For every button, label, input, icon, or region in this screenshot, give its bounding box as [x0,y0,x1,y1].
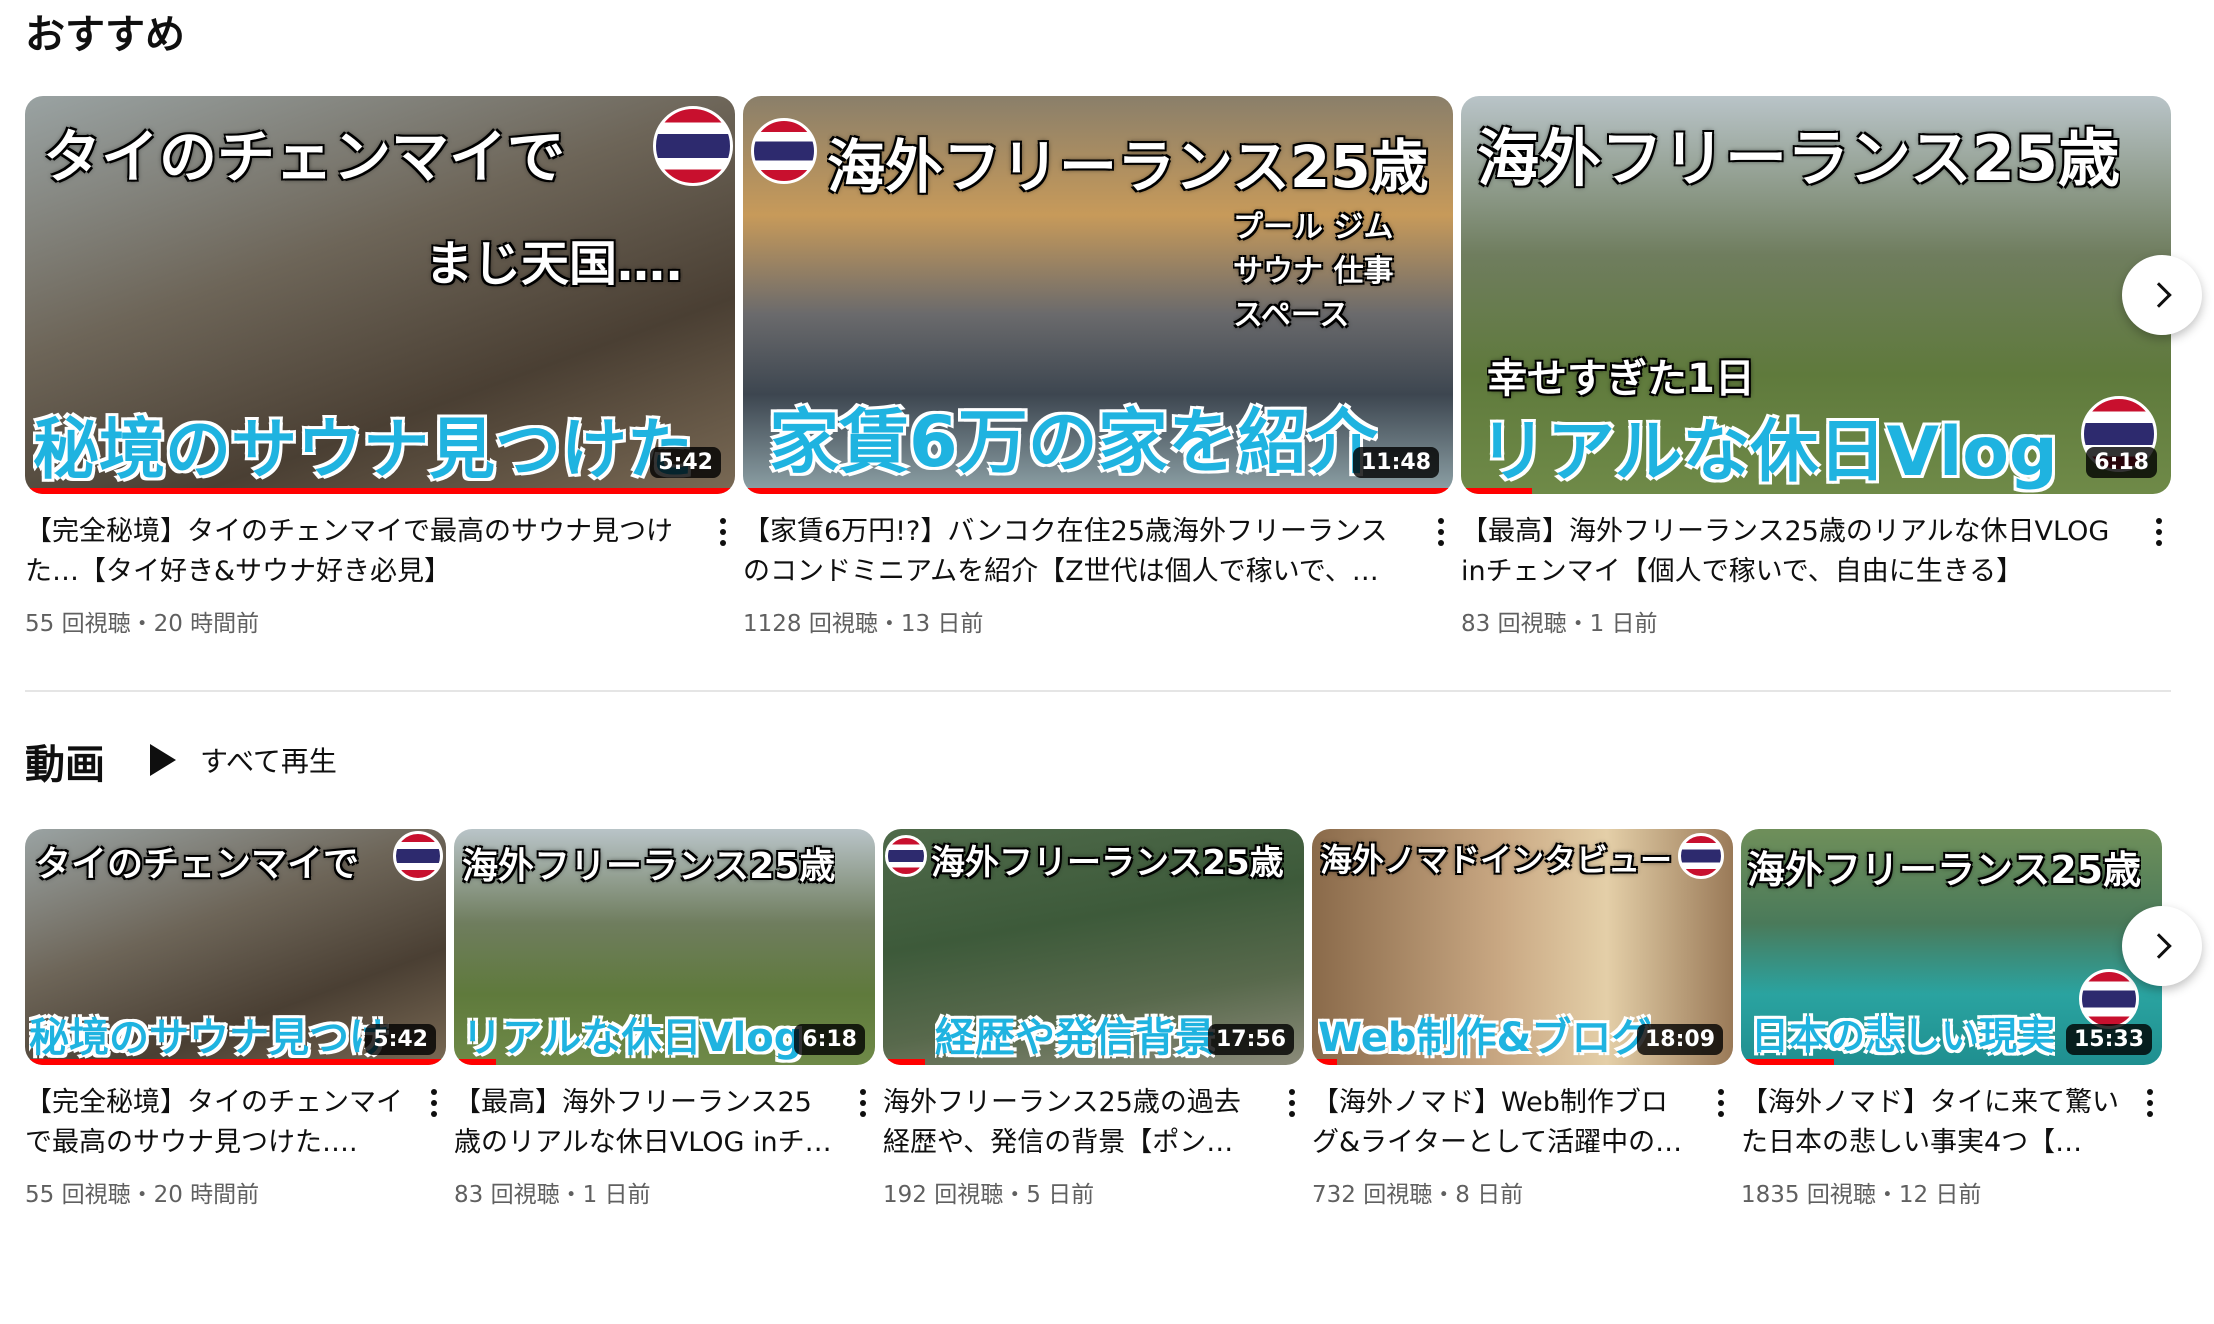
video-thumbnail[interactable]: 海外フリーランス25歳 幸せすぎた1日 リアルな休日Vlog 6:18 [1461,96,2171,494]
video-thumbnail[interactable]: 海外ノマドインタビュー Web制作&ブログ 18:09 [1312,829,1733,1065]
thai-flag-icon [2079,969,2139,1029]
thumbnail-caption-bottom: 秘境のサウナ見つけ [29,1015,389,1061]
video-meta: 192 回視聴・5 日前 [883,1182,1095,1208]
more-actions-icon[interactable] [851,1083,875,1163]
section-divider [25,690,2171,692]
thumbnail-caption-top: 海外ノマドインタビュー [1320,841,1673,879]
carousel-next-button[interactable] [2122,906,2202,986]
play-icon [150,744,176,776]
video-title[interactable]: 【海外ノマド】Web制作ブログ&ライターとして活躍中の… [1312,1083,1692,1163]
duration-badge: 6:18 [2086,447,2157,478]
thumbnail-caption-bottom: 経歴や発信背景 [935,1015,1215,1061]
video-meta: 83 回視聴・1 日前 [454,1182,651,1208]
video-title[interactable]: 【最高】海外フリーランス25歳のリアルな休日VLOG inチ… [454,1083,834,1163]
thumbnail-caption-top: 海外フリーランス25歳 [1747,848,2142,892]
video-thumbnail[interactable]: タイのチェンマイで 秘境のサウナ見つけ 5:42 [25,829,446,1065]
thumbnail-caption-mid: プール ジム サウナ 仕事スペース [1233,210,1394,333]
video-thumbnail[interactable]: タイのチェンマイで まじ天国…. 秘境のサウナ見つけた 5:42 [25,96,735,494]
play-all-button[interactable]: すべて再生 [150,736,337,784]
duration-badge: 5:42 [365,1024,436,1055]
watch-progress-bar [1741,1059,1834,1065]
video-card[interactable]: タイのチェンマイで 秘境のサウナ見つけ 5:42 【完全秘境】タイのチェンマイで… [25,829,446,1209]
chevron-right-icon [2146,933,2172,959]
video-title[interactable]: 【最高】海外フリーランス25歳のリアルな休日VLOG inチェンマイ【個人で稼い… [1461,512,2111,592]
more-actions-icon[interactable] [2147,512,2171,592]
duration-badge: 6:18 [794,1024,865,1055]
duration-badge: 17:56 [1207,1024,1294,1055]
thai-flag-icon [885,835,927,877]
video-card[interactable]: 海外フリーランス25歳 日本の悲しい現実 15:33 【海外ノマド】タイに来て驚… [1741,829,2162,1209]
video-title[interactable]: 【家賃6万円!?】バンコク在住25歳海外フリーランスのコンドミニアムを紹介【Z世… [743,512,1393,592]
chevron-right-icon [2146,282,2172,308]
watch-progress-bar [1461,488,1532,494]
play-all-label: すべて再生 [200,745,337,778]
more-actions-icon[interactable] [1429,512,1453,592]
duration-badge: 18:09 [1636,1024,1723,1055]
duration-badge: 11:48 [1352,447,1439,478]
video-thumbnail[interactable]: 海外フリーランス25歳 リアルな休日Vlog 6:18 [454,829,875,1065]
video-card[interactable]: 海外ノマドインタビュー Web制作&ブログ 18:09 【海外ノマド】Web制作… [1312,829,1733,1209]
carousel-next-button[interactable] [2122,255,2202,335]
thumbnail-caption-top: 海外フリーランス25歳 [462,846,836,887]
watch-progress-bar [883,1059,926,1065]
more-actions-icon[interactable] [1280,1083,1304,1163]
thumbnail-caption-bottom: リアルな休日Vlog [462,1015,803,1061]
more-actions-icon[interactable] [711,512,735,592]
video-title[interactable]: 【完全秘境】タイのチェンマイで最高のサウナ見つけた…. [25,1083,405,1163]
duration-badge: 5:42 [650,447,721,478]
thai-flag-icon [393,831,443,881]
thumbnail-caption-bottom: リアルな休日Vlog [1479,413,2058,492]
section-title-videos: 動画 [25,742,105,788]
video-meta: 732 回視聴・8 日前 [1312,1182,1524,1208]
watch-progress-bar [454,1059,497,1065]
thai-flag-icon [1678,833,1724,879]
watch-progress-bar [1312,1059,1338,1065]
section-title-recommended: おすすめ [25,12,185,58]
video-meta: 1835 回視聴・12 日前 [1741,1182,1982,1208]
video-title[interactable]: 【完全秘境】タイのチェンマイで最高のサウナ見つけた…【タイ好き&サウナ好き必見】 [25,512,675,592]
video-card[interactable]: 海外フリーランス25歳 経歴や発信背景 17:56 海外フリーランス25歳の過去… [883,829,1304,1209]
thumbnail-caption-top: タイのチェンマイで [35,844,360,885]
thumbnail-caption-top: タイのチェンマイで [43,123,566,191]
watch-progress-bar [25,488,735,494]
thumbnail-caption-top: 海外フリーランス25歳 [931,843,1284,883]
video-card[interactable]: 海外フリーランス25歳 リアルな休日Vlog 6:18 【最高】海外フリーランス… [454,829,875,1209]
more-actions-icon[interactable] [1709,1083,1733,1163]
video-meta: 55 回視聴・20 時間前 [25,611,260,637]
thai-flag-icon [653,106,733,186]
thai-flag-icon [751,118,817,184]
more-actions-icon[interactable] [422,1083,446,1163]
video-thumbnail[interactable]: 海外フリーランス25歳 プール ジム サウナ 仕事スペース 家賃6万の家を紹介 … [743,96,1453,494]
thumbnail-caption-bottom: 家賃6万の家を紹介 [769,401,1378,483]
thumbnail-caption-bottom: Web制作&ブログ [1318,1015,1652,1061]
thumbnail-caption-top: 海外フリーランス25歳 [827,133,1429,201]
thumbnail-caption-mid: まじ天国…. [425,236,684,292]
video-card[interactable]: タイのチェンマイで まじ天国…. 秘境のサウナ見つけた 5:42 【完全秘境】タ… [25,96,735,638]
video-thumbnail[interactable]: 海外フリーランス25歳 日本の悲しい現実 15:33 [1741,829,2162,1065]
duration-badge: 15:33 [2065,1024,2152,1055]
watch-progress-bar [743,488,1453,494]
more-actions-icon[interactable] [2138,1083,2162,1163]
thumbnail-caption-bottom: 秘境のサウナ見つけた [33,411,693,488]
thumbnail-caption-bottom: 日本の悲しい現実 [1751,1014,2056,1058]
watch-progress-bar [25,1059,446,1065]
video-title[interactable]: 海外フリーランス25歳の過去経歴や、発信の背景【ポン… [883,1083,1263,1163]
video-card[interactable]: 海外フリーランス25歳 幸せすぎた1日 リアルな休日Vlog 6:18 【最高】… [1461,96,2171,638]
video-meta: 83 回視聴・1 日前 [1461,611,1658,637]
video-meta: 55 回視聴・20 時間前 [25,1182,260,1208]
video-meta: 1128 回視聴・13 日前 [743,611,984,637]
thumbnail-caption-top: 海外フリーランス25歳 [1477,122,2121,195]
video-thumbnail[interactable]: 海外フリーランス25歳 経歴や発信背景 17:56 [883,829,1304,1065]
video-card[interactable]: 海外フリーランス25歳 プール ジム サウナ 仕事スペース 家賃6万の家を紹介 … [743,96,1453,638]
video-title[interactable]: 【海外ノマド】タイに来て驚いた日本の悲しい事実4つ【… [1741,1083,2121,1163]
